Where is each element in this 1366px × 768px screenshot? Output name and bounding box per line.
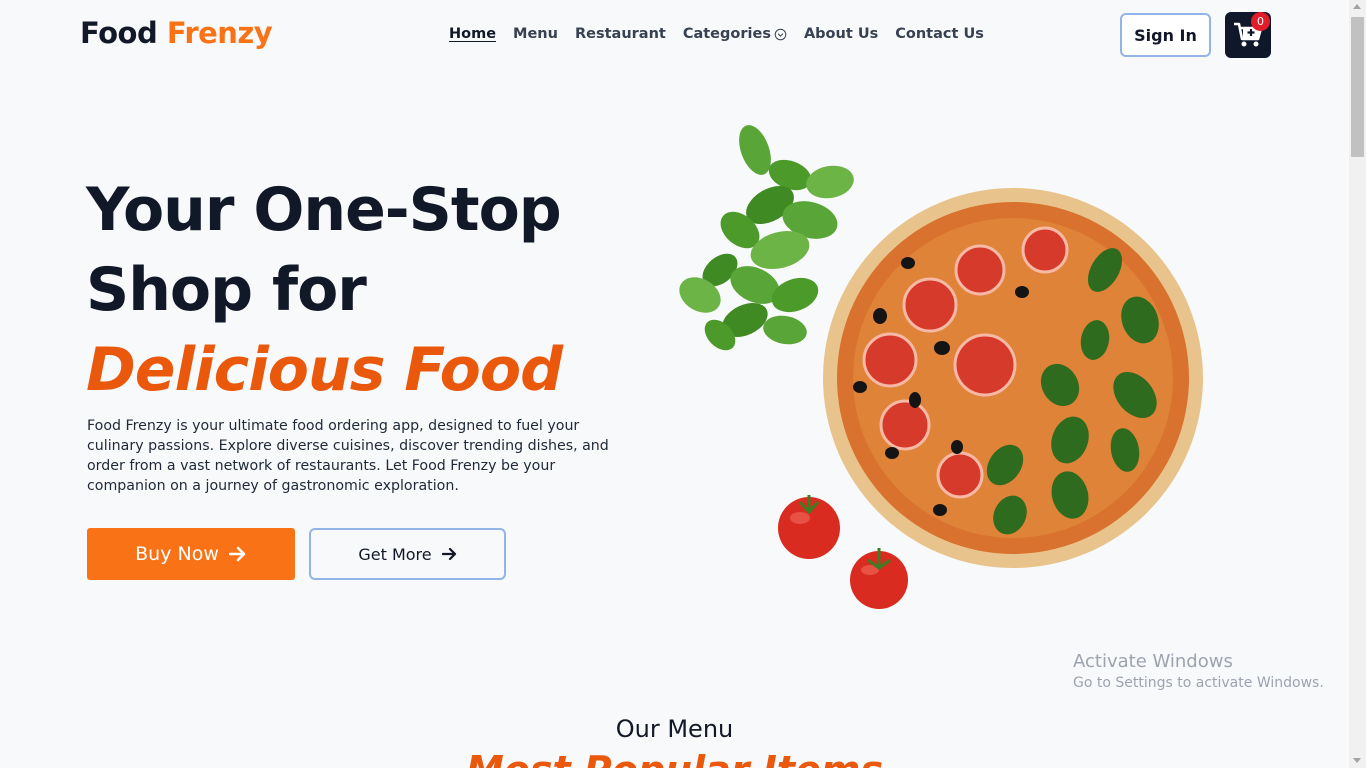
scroll-down-arrow-icon[interactable] (1353, 758, 1361, 763)
watermark-title: Activate Windows (1073, 651, 1233, 672)
scrollbar-thumb[interactable] (1351, 17, 1364, 157)
arrow-right-icon (441, 547, 456, 561)
section-title: Our Menu (615, 715, 734, 743)
hero-heading-accent: Delicious Food (86, 335, 563, 405)
get-more-button[interactable]: Get More (309, 528, 506, 580)
sign-in-button[interactable]: Sign In (1120, 13, 1211, 57)
buy-now-label: Buy Now (135, 543, 219, 565)
pizza-hero-image (679, 125, 1203, 609)
hero-heading-line1: Your One-Stop (86, 175, 562, 245)
brand-text-primary: Food (80, 16, 158, 50)
section-subtitle: Most Popular Items (0, 748, 1349, 768)
hero-description: Food Frenzy is your ultimate food orderi… (87, 418, 609, 494)
basil-leaves-image (679, 125, 854, 351)
nav-menu[interactable]: Menu (513, 26, 558, 42)
activate-windows-watermark: Activate Windows Go to Settings to activ… (1073, 651, 1324, 691)
buy-now-button[interactable]: Buy Now (87, 528, 295, 580)
get-more-label: Get More (358, 544, 432, 564)
scroll-up-arrow-icon[interactable] (1353, 4, 1361, 9)
hero-heading-line2: Shop for (86, 255, 367, 325)
arrow-right-icon (228, 546, 246, 562)
nav-restaurant[interactable]: Restaurant (575, 26, 666, 42)
brand-text-accent: Frenzy (166, 16, 273, 50)
nav-about[interactable]: About Us (804, 26, 878, 42)
watermark-subtitle: Go to Settings to activate Windows. (1073, 675, 1324, 691)
hero-heading: Your One-Stop Shop for Delicious Food (86, 170, 646, 410)
cart-count-badge: 0 (1251, 12, 1270, 31)
nav-categories-label: Categories (682, 26, 771, 42)
nav-categories[interactable]: Categories (683, 26, 787, 42)
nav-contact[interactable]: Contact Us (895, 26, 984, 42)
brand-logo[interactable]: Food Frenzy (80, 16, 273, 50)
main-nav: Home Menu Restaurant Categories About Us… (449, 26, 984, 42)
chevron-down-icon (774, 28, 787, 40)
nav-home[interactable]: Home (449, 26, 496, 42)
pizza-image (823, 188, 1203, 568)
